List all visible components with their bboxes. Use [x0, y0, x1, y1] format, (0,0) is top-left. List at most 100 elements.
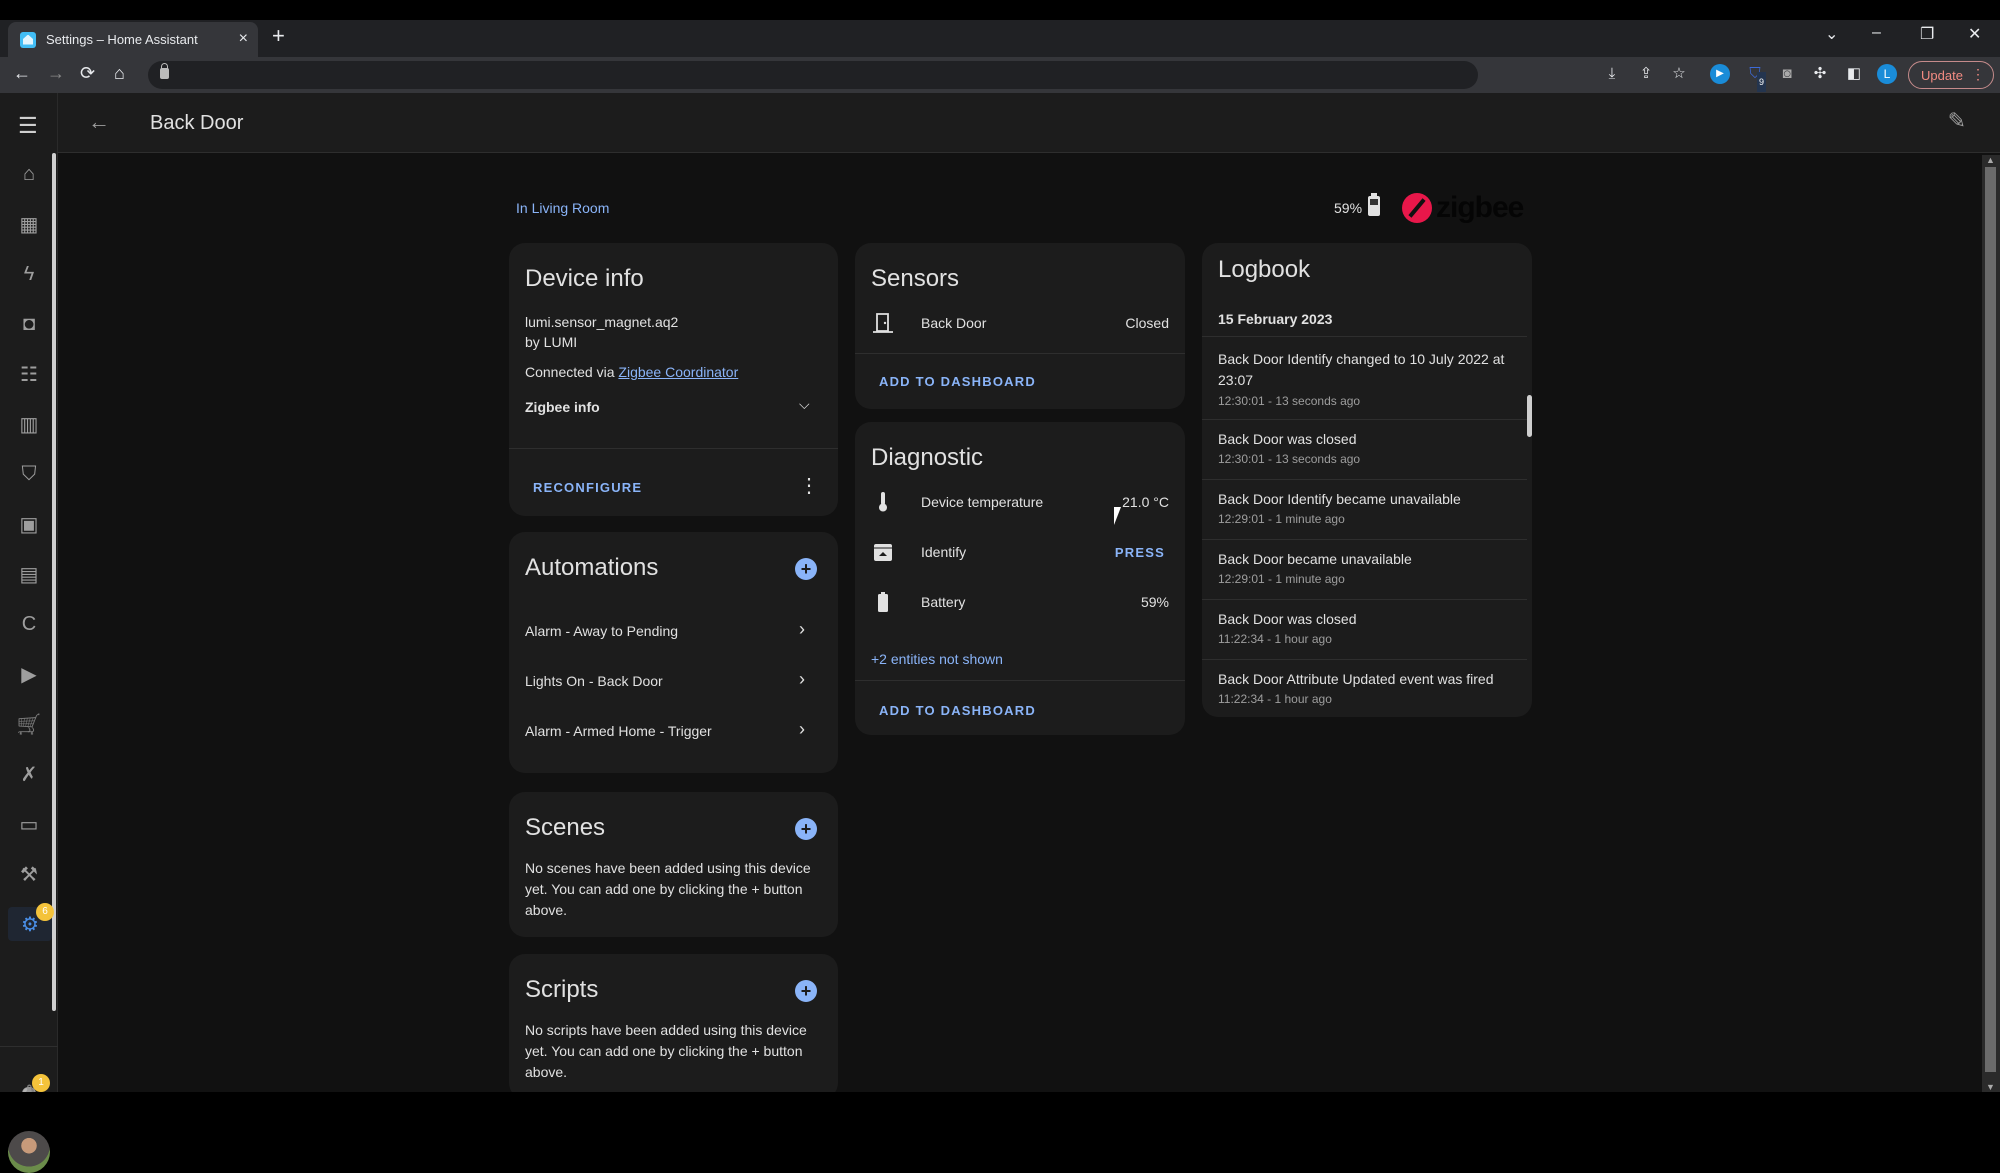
scroll-up-arrow-icon[interactable]: ▲	[1986, 155, 1995, 165]
lock-icon[interactable]	[160, 63, 169, 79]
extensions-puzzle-icon[interactable]: ✣	[1810, 64, 1830, 84]
diagnostic-add-to-dashboard-button[interactable]: ADD TO DASHBOARD	[879, 703, 1036, 718]
sidebar-item-energy[interactable]: ϟ	[10, 257, 48, 291]
edit-pencil-icon[interactable]: ✎	[1948, 108, 1966, 134]
browser-tab-bar: Settings – Home Assistant ×	[0, 20, 2000, 57]
extension-shield-icon[interactable]: ⛉ 9	[1745, 64, 1767, 92]
sidebar-item-shopping-list[interactable]: 🛒	[10, 707, 48, 741]
logbook-message: Back Door Identify became unavailable	[1218, 491, 1461, 507]
logbook-entry[interactable]: Back Door became unavailable 12:29:01 - 1…	[1202, 545, 1527, 605]
sidebar-item-alarm[interactable]: ⛉	[10, 457, 48, 491]
sidebar-item-history[interactable]: ▥	[10, 407, 48, 441]
back-arrow-icon[interactable]: ←	[88, 109, 110, 135]
scripts-title: Scripts	[525, 976, 599, 1003]
tab-close-icon[interactable]: ×	[239, 30, 248, 48]
zigbee-logo-mark-icon	[1402, 193, 1432, 223]
sensors-card: Sensors Back Door Closed ADD TO DASHBOAR…	[855, 243, 1185, 409]
zigbee-info-label: Zigbee info	[525, 399, 600, 415]
address-bar[interactable]	[148, 61, 1478, 89]
window-top-strip	[0, 0, 2000, 20]
update-button[interactable]: Update ⋮	[1908, 61, 1994, 89]
sidebar-item-developer-tools[interactable]: ⚒	[10, 857, 48, 891]
profile-avatar[interactable]: L	[1877, 64, 1897, 84]
shopping-list-icon: 🛒	[16, 713, 42, 736]
close-window-button[interactable]: ✕	[1968, 24, 1981, 44]
extension-blue-icon[interactable]: ▶	[1710, 64, 1730, 84]
update-label: Update	[1921, 67, 1963, 83]
sidebar-item-calendar[interactable]: ▣	[10, 507, 48, 541]
logbook-icon: ☷	[20, 363, 38, 386]
more-options-icon[interactable]: ⋮	[799, 473, 819, 498]
add-script-button[interactable]: +	[795, 980, 817, 1002]
logbook-message: Back Door Attribute Updated event was fi…	[1218, 671, 1494, 687]
identify-press-button[interactable]: PRESS	[1115, 545, 1165, 560]
logbook-scrollbar[interactable]	[1527, 395, 1532, 437]
forward-nav-icon[interactable]: →	[47, 63, 65, 84]
sidebar-item-esphome[interactable]: ▤	[10, 557, 48, 591]
area-link[interactable]: In Living Room	[516, 200, 609, 216]
diagnostic-card: Diagnostic Device temperature 21.0 °C Id…	[855, 422, 1185, 735]
scroll-down-arrow-icon[interactable]: ▼	[1986, 1082, 1995, 1092]
tab-title: Settings – Home Assistant	[46, 32, 198, 47]
automation-item[interactable]: Lights On - Back Door ›	[509, 662, 838, 702]
card-divider	[855, 680, 1185, 681]
vscode-icon: ✗	[20, 763, 38, 786]
c-addon-icon: C	[21, 612, 37, 635]
camera-icon[interactable]: ◙	[1777, 64, 1797, 84]
add-scene-button[interactable]: +	[795, 818, 817, 840]
page-scrollbar[interactable]: ▲ ▼	[1982, 155, 2000, 1092]
install-app-icon[interactable]: ⤓	[1602, 64, 1622, 84]
diagnostic-row-battery[interactable]: Battery 59%	[855, 582, 1185, 622]
logbook-entry[interactable]: Back Door Attribute Updated event was fi…	[1202, 665, 1527, 717]
diagnostic-row-temperature[interactable]: Device temperature 21.0 °C	[855, 482, 1185, 522]
media-icon: ▶	[21, 663, 37, 686]
reload-icon[interactable]: ⟳	[80, 63, 95, 84]
sidebar-item-dashboards[interactable]: ▦	[10, 207, 48, 241]
reconfigure-button[interactable]: RECONFIGURE	[533, 480, 642, 495]
new-tab-button[interactable]: +	[272, 25, 285, 47]
battery-icon	[1368, 193, 1380, 216]
developer-tools-icon: ⚒	[20, 863, 38, 886]
user-avatar[interactable]	[8, 1131, 50, 1173]
restore-button[interactable]: ❐	[1920, 24, 1934, 44]
device-info-title: Device info	[525, 265, 644, 292]
sidebar-item-vscode[interactable]: ✗	[10, 757, 48, 791]
tab-search-chevron-icon[interactable]: ⌄	[1825, 24, 1838, 44]
overview-icon: ⌂	[22, 162, 36, 185]
automation-item[interactable]: Alarm - Away to Pending ›	[509, 612, 838, 652]
logbook-entry[interactable]: Back Door Identify changed to 10 July 20…	[1202, 345, 1527, 425]
sidebar-item-terminal[interactable]: ▭	[10, 807, 48, 841]
home-nav-icon[interactable]: ⌂	[114, 63, 125, 84]
sidebar-item-map[interactable]: ◘	[10, 307, 48, 341]
sensor-row-back-door[interactable]: Back Door Closed	[855, 303, 1185, 343]
alarm-icon: ⛉	[21, 462, 37, 485]
logbook-entry[interactable]: Back Door was closed 12:30:01 - 13 second…	[1202, 425, 1527, 485]
logbook-entry[interactable]: Back Door was closed 11:22:34 - 1 hour ag…	[1202, 605, 1527, 665]
zigbee-info-expander[interactable]: Zigbee info ⌵	[509, 391, 838, 425]
sidebar-item-c-addon[interactable]: C	[10, 607, 48, 641]
logbook-time: 12:30:01 - 13 seconds ago	[1218, 452, 1361, 466]
sidebar-item-logbook[interactable]: ☷	[10, 357, 48, 391]
bookmark-star-icon[interactable]: ☆	[1669, 64, 1689, 84]
minimize-button[interactable]: –	[1872, 24, 1881, 42]
sidebar-item-media[interactable]: ▶	[10, 657, 48, 691]
hamburger-menu-icon[interactable]: ☰	[18, 115, 38, 137]
terminal-icon: ▭	[19, 813, 39, 836]
sensors-add-to-dashboard-button[interactable]: ADD TO DASHBOARD	[879, 374, 1036, 389]
zigbee-coordinator-link[interactable]: Zigbee Coordinator	[618, 364, 738, 380]
logbook-divider	[1202, 479, 1527, 480]
page-scrollbar-thumb[interactable]	[1985, 167, 1996, 1072]
add-automation-button[interactable]: +	[795, 558, 817, 580]
share-icon[interactable]: ⇪	[1636, 64, 1656, 84]
sidebar-item-overview[interactable]: ⌂	[10, 157, 48, 191]
side-panel-icon[interactable]: ◧	[1844, 64, 1864, 84]
sidebar-item-settings[interactable]: ⚙ 6	[8, 903, 54, 941]
logbook-entry[interactable]: Back Door Identify became unavailable 12:…	[1202, 485, 1527, 545]
history-icon: ▥	[19, 413, 39, 436]
sidebar-scrollbar[interactable]	[52, 153, 56, 1011]
back-nav-icon[interactable]: ←	[13, 63, 31, 84]
hidden-entities-link[interactable]: +2 entities not shown	[871, 651, 1003, 667]
automation-item[interactable]: Alarm - Armed Home - Trigger ›	[509, 712, 838, 752]
browser-tab[interactable]: Settings – Home Assistant ×	[8, 22, 258, 57]
browser-menu-icon[interactable]: ⋮	[1971, 66, 1985, 83]
